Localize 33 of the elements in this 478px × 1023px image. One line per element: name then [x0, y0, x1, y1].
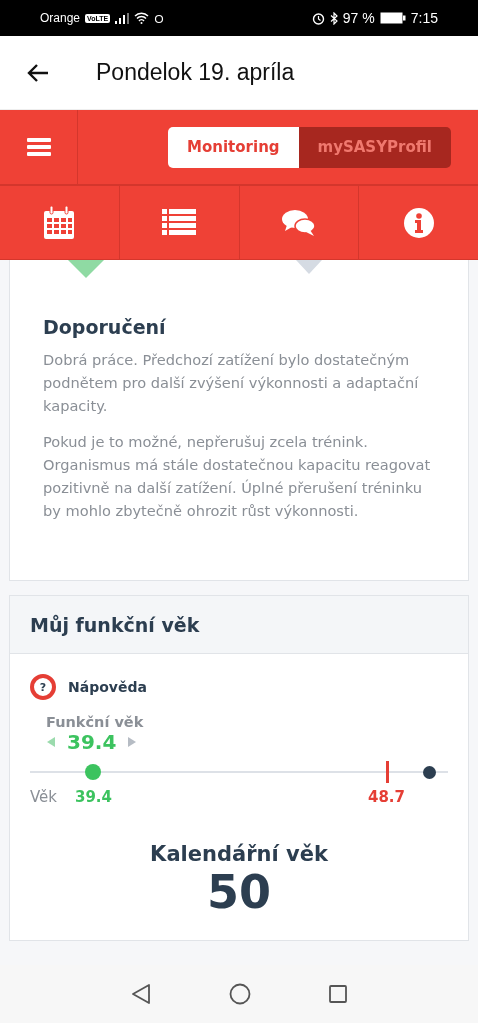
info-icon: [403, 207, 434, 238]
back-arrow-icon[interactable]: [26, 62, 50, 83]
bluetooth-icon: [329, 11, 338, 25]
calendar-age-value: 50: [206, 866, 272, 918]
back-icon[interactable]: [131, 984, 151, 1004]
calendar-age-label: Kalendářní věk: [149, 842, 329, 866]
scale-value: 48.7: [368, 788, 405, 806]
card-title: Můj funkční věk: [30, 613, 200, 636]
help-icon[interactable]: ?: [30, 674, 56, 700]
segment-tab[interactable]: Monitoring: [168, 126, 299, 168]
battery-icon: [379, 12, 406, 24]
list-icon: [162, 209, 197, 236]
functional-age-value: 39.4: [67, 730, 117, 754]
age-label: Věk: [30, 788, 58, 806]
page-title: Pondelok 19. apríla: [96, 59, 295, 86]
triangle-marker-icon: [68, 260, 104, 278]
signal-icon: [115, 12, 130, 24]
help-link[interactable]: Nápověda: [68, 679, 147, 695]
clock-time: 7:15: [410, 10, 438, 26]
functional-age-label: Funkční věk: [46, 714, 145, 730]
wifi-icon: [134, 12, 150, 24]
calendar-icon: [43, 205, 76, 240]
alarm-icon: [311, 11, 325, 25]
menu-icon[interactable]: [26, 137, 51, 157]
carrier-name: Orange: [40, 11, 81, 25]
recommendation-text: Pokud je to možné, nepřerušuj zcela trénink. Organismus má stále dostatečnou kapacitu reagovat pozitivně na další zatížení. Úplné přerušení tréninku by mohlo zbytečně ohrozit růst výkonnosti.: [43, 432, 432, 521]
home-icon[interactable]: [229, 983, 251, 1005]
scale-value: 39.4: [75, 788, 112, 806]
recents-icon[interactable]: [329, 985, 347, 1003]
recommendation-title: Doporučení: [43, 316, 167, 338]
recommendation-text: Dobrá práce. Předchozí zatížení bylo dostatečným podnětem pro další zvýšení výkonnosti a adaptační kapacity.: [43, 350, 420, 416]
chat-icon: [281, 208, 316, 237]
battery-percent: 97 %: [342, 10, 375, 26]
